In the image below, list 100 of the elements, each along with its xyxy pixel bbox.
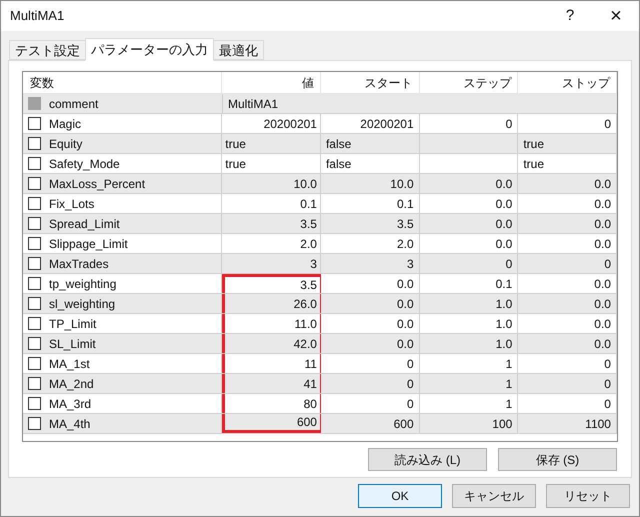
table-cell: 3.5 (320, 214, 420, 233)
parameter-name: Safety_Mode (49, 156, 120, 172)
table-cell: 0 (518, 254, 618, 273)
parameter-name: Slippage_Limit (49, 236, 128, 252)
table-cell: 0.0 (320, 314, 420, 333)
table-cell: 0.0 (320, 294, 420, 313)
parameter-name: Equity (49, 136, 82, 152)
column-header[interactable]: ストップ (518, 72, 617, 93)
value-cell: 2.0 (222, 234, 321, 253)
value-cell: 3.5 (222, 214, 321, 233)
table-cell: 10.0 (320, 174, 420, 193)
checkbox[interactable] (28, 157, 41, 170)
tab[interactable]: テスト設定 (9, 40, 86, 60)
checkbox[interactable] (28, 237, 41, 250)
parameter-name: MA_4th (49, 416, 90, 432)
parameter-name: Magic (49, 116, 82, 132)
table-cell: false (320, 134, 420, 153)
table-cell: 1 (420, 374, 518, 393)
table-cell: 3 (320, 254, 420, 273)
table-cell: 0 (320, 394, 420, 413)
table-cell: 1.0 (420, 314, 518, 333)
panel-button[interactable]: 読み込み (L) (368, 448, 487, 471)
table-cell: 0.0 (518, 234, 618, 253)
parameter-name: Spread_Limit (49, 216, 120, 232)
table-cell: 1 (420, 354, 518, 373)
table-cell: 0.0 (518, 334, 617, 353)
table-cell: 0 (420, 254, 518, 273)
table-cell: 0 (320, 354, 420, 373)
value-cell: true (222, 154, 321, 173)
table-cell: 0 (420, 114, 518, 133)
tab[interactable]: パラメーターの入力 (85, 38, 214, 61)
table-cell: 1 (420, 394, 518, 413)
dialog-button[interactable]: キャンセル (452, 484, 536, 508)
checkbox[interactable] (28, 337, 41, 350)
column-header[interactable]: スタート (320, 72, 420, 93)
close-button[interactable]: × (593, 1, 639, 31)
dialog-button[interactable]: リセット (546, 484, 630, 508)
checkbox[interactable] (28, 377, 41, 390)
dialog-button[interactable]: OK (358, 484, 442, 508)
parameter-name: SL_Limit (49, 336, 96, 352)
table-cell: 0.1 (320, 194, 420, 213)
checkbox[interactable] (28, 217, 41, 230)
table-cell: 0.0 (518, 174, 618, 193)
value-cell: 0.1 (222, 194, 321, 213)
checkbox[interactable] (28, 177, 41, 190)
parameter-name: MaxTrades (49, 256, 109, 272)
table-cell: 0 (518, 394, 617, 413)
column-header[interactable]: 変数 (23, 72, 222, 93)
checkbox[interactable] (28, 297, 41, 310)
table-cell: 0 (320, 374, 420, 393)
checkbox[interactable] (28, 417, 41, 430)
value-cell: 600 (222, 414, 321, 433)
checkbox[interactable] (28, 357, 41, 370)
table-cell: 0.0 (420, 194, 518, 213)
parameter-name: Fix_Lots (49, 196, 94, 212)
value-cell: 20200201 (222, 114, 321, 133)
parameter-name: TP_Limit (49, 316, 96, 332)
table-cell: 0.0 (518, 214, 618, 233)
table-cell: false (320, 154, 420, 173)
table-cell: 0.1 (420, 274, 518, 293)
parameter-name: sl_weighting (49, 296, 116, 312)
tab[interactable]: 最適化 (213, 40, 264, 60)
table-cell: 1.0 (420, 334, 518, 353)
table-cell: 0 (518, 354, 617, 373)
parameter-name: MA_1st (49, 356, 90, 372)
checkbox[interactable] (28, 117, 41, 130)
table-cell: 100 (420, 414, 518, 433)
table-cell: 0.0 (420, 174, 518, 193)
table-cell: true (518, 154, 618, 173)
window-title: MultiMA1 (10, 7, 66, 26)
table-cell: 0.0 (518, 294, 617, 313)
panel-button[interactable]: 保存 (S) (498, 448, 617, 471)
table-cell: 0.0 (320, 274, 420, 293)
parameter-name: comment (49, 96, 98, 112)
table-cell: 1.0 (420, 294, 518, 313)
table-cell: 1100 (518, 414, 617, 433)
table-cell: 20200201 (320, 114, 420, 133)
checkbox[interactable] (28, 317, 41, 330)
parameter-name: MA_2nd (49, 376, 94, 392)
value-cell: true (222, 134, 321, 153)
value-cell: 10.0 (222, 174, 321, 193)
table-cell: 0.0 (420, 214, 518, 233)
checkbox[interactable] (28, 397, 41, 410)
table-cell-text: MultiMA1 (227, 96, 280, 112)
table-cell: 0.0 (518, 274, 617, 293)
parameter-name: tp_weighting (49, 276, 116, 292)
checkbox[interactable] (28, 137, 41, 150)
checkbox[interactable] (28, 277, 41, 290)
checkbox[interactable] (28, 257, 41, 270)
table-cell: 0 (518, 374, 617, 393)
help-button[interactable]: ? (547, 1, 593, 31)
value-cell: 3 (222, 254, 321, 273)
table-cell: true (518, 134, 618, 153)
column-header[interactable]: ステップ (420, 72, 518, 93)
table-cell: 0.0 (518, 314, 617, 333)
checkbox[interactable] (28, 197, 41, 210)
parameter-name: MaxLoss_Percent (49, 176, 146, 192)
column-header[interactable]: 値 (222, 72, 321, 93)
table-cell: 0.0 (320, 334, 420, 353)
table-cell: 2.0 (320, 234, 420, 253)
